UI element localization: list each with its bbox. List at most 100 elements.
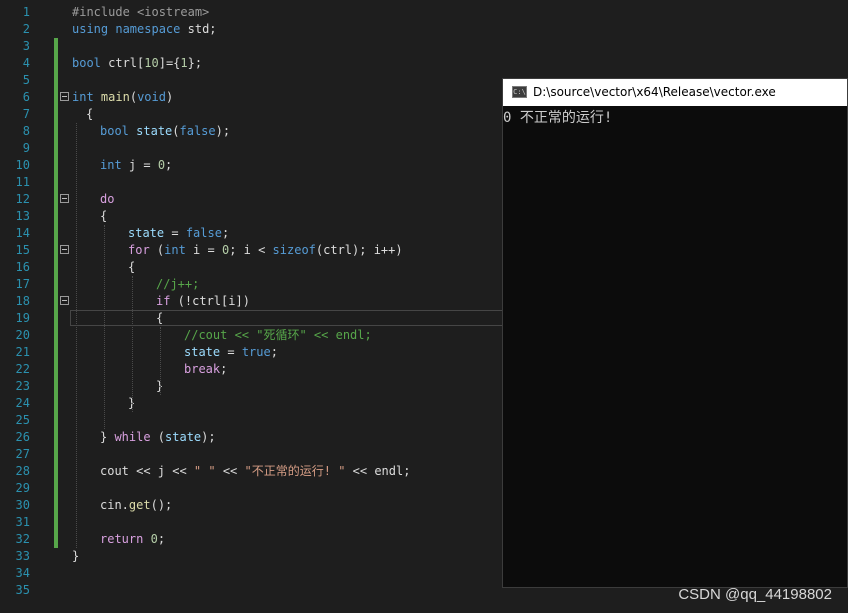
code-token: #include <iostream> <box>72 5 210 19</box>
line-number: 14 <box>15 226 30 240</box>
code-token: = <box>164 226 186 240</box>
code-token: ( <box>172 124 180 138</box>
console-title-bar[interactable]: C:\ D:\source\vector\x64\Release\vector.… <box>503 79 847 106</box>
change-indicator <box>54 259 58 276</box>
code-token: { <box>100 209 108 223</box>
code-token: ctrl[ <box>100 56 145 70</box>
line-number: 15 <box>15 243 30 257</box>
current-line-highlight <box>70 310 510 326</box>
code-token: 0 <box>157 158 166 172</box>
change-indicator <box>54 463 58 480</box>
code-token: ) <box>165 90 174 104</box>
code-token: bool <box>72 56 101 70</box>
code-token: << <box>215 464 245 478</box>
code-token: std; <box>180 22 217 36</box>
code-token: state <box>128 226 165 240</box>
code-text: { <box>128 259 135 276</box>
line-number: 8 <box>22 124 30 138</box>
code-token: } <box>72 549 80 563</box>
code-line[interactable]: 2 using namespace std; <box>0 21 848 38</box>
indent-guide <box>132 276 133 412</box>
code-text: #include <iostream> <box>72 4 209 21</box>
code-line[interactable]: 3 <box>0 38 848 55</box>
code-token: { <box>128 260 136 274</box>
code-text: //cout << "死循环" << endl; <box>184 327 372 344</box>
code-line[interactable]: 1 #include <iostream> <box>0 4 848 21</box>
code-token: sizeof <box>272 243 316 257</box>
code-token: 1 <box>180 56 188 70</box>
code-text: break; <box>184 361 227 378</box>
console-output: 0 不正常的运行! <box>503 110 613 126</box>
line-number: 34 <box>15 566 30 580</box>
change-indicator <box>54 327 58 344</box>
code-token: 0 <box>150 532 158 546</box>
code-text: { <box>100 208 107 225</box>
line-number: 18 <box>15 294 30 308</box>
line-number: 3 <box>22 39 30 53</box>
change-indicator <box>54 378 58 395</box>
code-token: int <box>100 158 122 172</box>
change-indicator <box>54 310 58 327</box>
change-indicator <box>54 395 58 412</box>
code-line[interactable]: 4 bool ctrl[10]={1}; <box>0 55 848 72</box>
change-indicator <box>54 157 58 174</box>
code-token: bool <box>100 124 129 138</box>
line-number: 26 <box>15 430 30 444</box>
code-token: 10 <box>144 56 159 70</box>
line-number: 7 <box>22 107 30 121</box>
code-token: //cout << "死循环" << endl; <box>184 328 372 342</box>
code-token: void <box>137 90 166 104</box>
collapse-icon[interactable] <box>60 194 69 203</box>
code-token: main <box>100 90 130 104</box>
line-number: 24 <box>15 396 30 410</box>
code-token: cout << j << <box>100 464 194 478</box>
code-token: ; <box>165 158 173 172</box>
code-text: do <box>100 191 114 208</box>
code-token: if <box>156 294 171 308</box>
line-number: 23 <box>15 379 30 393</box>
change-indicator <box>54 344 58 361</box>
code-token: ; <box>157 532 166 546</box>
collapse-icon[interactable] <box>60 92 69 101</box>
code-token: ); <box>215 124 231 138</box>
line-number: 22 <box>15 362 30 376</box>
line-number: 30 <box>15 498 30 512</box>
line-number: 29 <box>15 481 30 495</box>
collapse-icon[interactable] <box>60 296 69 305</box>
collapse-icon[interactable] <box>60 245 69 254</box>
line-number: 31 <box>15 515 30 529</box>
code-token: " " <box>193 464 216 478</box>
code-token: true <box>241 345 271 359</box>
code-token: ; <box>221 226 230 240</box>
code-token: while <box>114 430 151 444</box>
line-number: 12 <box>15 192 30 206</box>
console-window[interactable]: C:\ D:\source\vector\x64\Release\vector.… <box>502 78 848 588</box>
code-text: } while (state); <box>100 429 216 446</box>
console-title: D:\source\vector\x64\Release\vector.exe <box>533 85 776 99</box>
change-indicator <box>54 531 58 548</box>
line-number: 25 <box>15 413 30 427</box>
line-number: 32 <box>15 532 30 546</box>
code-token: (!ctrl[i]) <box>170 294 250 308</box>
line-number: 2 <box>22 22 30 36</box>
watermark: CSDN @qq_44198802 <box>678 586 832 603</box>
code-text: state = true; <box>184 344 278 361</box>
code-token: return <box>100 532 144 546</box>
change-indicator <box>54 412 58 429</box>
code-token: ( <box>149 243 165 257</box>
code-text: cout << j << " " << "不正常的运行! " << endl; <box>100 463 410 480</box>
change-indicator <box>54 429 58 446</box>
code-token: false <box>179 124 216 138</box>
code-token: ]={ <box>158 56 181 70</box>
change-indicator <box>54 123 58 140</box>
change-indicator <box>54 140 58 157</box>
code-token: get <box>128 498 151 512</box>
line-number: 28 <box>15 464 30 478</box>
code-text: if (!ctrl[i]) <box>156 293 250 310</box>
code-token: ( <box>129 90 138 104</box>
indent-guide <box>104 225 105 429</box>
line-number: 4 <box>22 56 30 70</box>
change-indicator <box>54 55 58 72</box>
